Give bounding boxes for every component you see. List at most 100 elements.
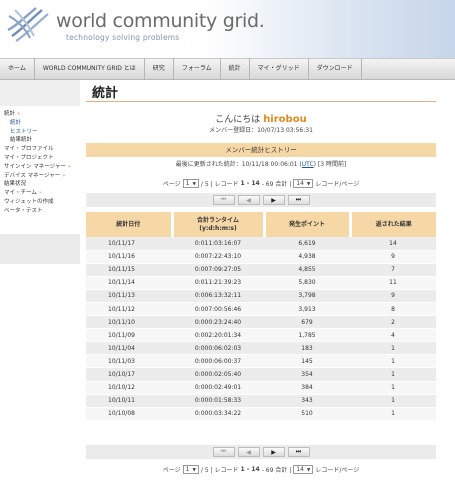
sidebar-item-stats-sub[interactable]: 統計 bbox=[0, 119, 80, 128]
sidebar-item-label: 結果状況 bbox=[4, 181, 27, 188]
record-total: - 69 合計 | bbox=[261, 467, 292, 474]
member-since: メンバー登録日：10/07/13 03:56:31 bbox=[209, 127, 313, 134]
sidebar-item-result-status[interactable]: 結果状況 bbox=[0, 180, 80, 189]
nav-my-grid[interactable]: マイ・グリッド bbox=[250, 58, 309, 80]
page-select[interactable]: 1 ▼ bbox=[182, 179, 199, 188]
cell-runtime: 0:000:03:34:22 bbox=[172, 407, 264, 421]
sidebar-item-create-widget[interactable]: ウィジェットの作成 bbox=[0, 198, 80, 207]
first-page-button[interactable]: ⏮ bbox=[212, 195, 235, 205]
prev-page-icon: ◀ bbox=[246, 448, 251, 456]
cell-results: 11 bbox=[350, 276, 436, 290]
nav-stats[interactable]: 統計 bbox=[221, 58, 250, 80]
sidebar-item-beta-test[interactable]: ベータ・テスト bbox=[0, 207, 80, 216]
cell-date: 10/10/11 bbox=[86, 394, 172, 408]
table-row: 10/11/16 0:007:22:43:10 4,938 9 bbox=[86, 250, 436, 264]
cell-date: 10/11/10 bbox=[86, 315, 172, 330]
cell-date: 10/11/16 bbox=[86, 250, 172, 264]
column-header-date[interactable]: 統計日付 bbox=[86, 212, 174, 237]
utc-link[interactable]: UTC bbox=[302, 161, 314, 168]
column-header-points[interactable]: 発生ポイント bbox=[264, 212, 352, 237]
cell-results: 7 bbox=[350, 263, 436, 277]
greeting-prefix: こんにちは bbox=[215, 115, 261, 125]
chevron-down-icon: ▼ bbox=[306, 468, 311, 473]
cell-points: 183 bbox=[264, 341, 350, 356]
cell-results: 9 bbox=[350, 289, 436, 303]
cell-points: 354 bbox=[264, 367, 350, 382]
prev-page-button[interactable]: ◀ bbox=[237, 195, 260, 205]
cell-runtime: 0:007:09:27:05 bbox=[172, 263, 264, 277]
nav-download[interactable]: ダウンロード bbox=[309, 58, 362, 80]
cell-results: 1 bbox=[350, 407, 436, 421]
cell-points: 6,619 bbox=[264, 237, 350, 251]
sidebar-item-my-projects[interactable]: マイ・プロジェクト bbox=[0, 154, 80, 163]
cell-points: 4,855 bbox=[264, 263, 350, 277]
cell-runtime: 0:000:02:49:01 bbox=[172, 381, 264, 395]
per-page-select[interactable]: 14 ▼ bbox=[293, 179, 314, 188]
prev-page-icon: ◀ bbox=[246, 196, 251, 204]
cell-results: 2 bbox=[350, 315, 436, 330]
chevron-right-icon: » bbox=[38, 190, 42, 197]
cell-runtime: 0:006:13:32:11 bbox=[172, 289, 264, 303]
chevron-down-icon: ▼ bbox=[192, 182, 196, 187]
cell-runtime: 0:000:06:02:03 bbox=[172, 341, 264, 356]
cell-date: 10/11/12 bbox=[86, 302, 172, 317]
column-header-runtime[interactable]: 合計ランタイム (y:d:h:m:s) bbox=[172, 212, 266, 237]
last-page-button[interactable]: ⏭ bbox=[287, 195, 310, 205]
sidebar-item-history[interactable]: ヒストリー bbox=[0, 128, 80, 137]
sidebar-item-label: マイ・チーム bbox=[4, 190, 37, 197]
sidebar: 統計» 統計 ヒストリー 結果統計 マイ・プロファイル マイ・プロジェクト サイ… bbox=[0, 110, 80, 216]
nav-home[interactable]: ホーム bbox=[0, 58, 35, 80]
cell-points: 679 bbox=[264, 315, 350, 330]
cell-date: 10/11/04 bbox=[86, 341, 172, 356]
last-update-line: 最後に更新された統計：10/11/18 00:06:01 (UTC) [3 時間… bbox=[86, 160, 436, 169]
chevron-right-icon: » bbox=[67, 163, 71, 170]
sidebar-item-device-manager[interactable]: デバイス マネージャー» bbox=[0, 172, 80, 181]
sidebar-item-signin-manager[interactable]: サインイン マネージャー» bbox=[0, 163, 80, 172]
chevron-right-icon: » bbox=[17, 111, 21, 117]
sidebar-item-my-profile[interactable]: マイ・プロファイル bbox=[0, 145, 80, 154]
table-row: 10/11/09 0:002:20:01:34 1,785 4 bbox=[86, 328, 436, 343]
site-header: world community grid. technology solving… bbox=[0, 0, 455, 58]
next-page-button[interactable]: ▶ bbox=[262, 195, 285, 205]
page-total: / 5 | レコード bbox=[200, 467, 239, 474]
column-header-results[interactable]: 返された結果 bbox=[350, 212, 436, 237]
table-row: 10/10/12 0:000:02:49:01 384 1 bbox=[86, 381, 436, 395]
cell-runtime: 0:000:01:58:33 bbox=[172, 394, 264, 408]
per-page-select[interactable]: 14 ▼ bbox=[293, 465, 314, 474]
sidebar-item-my-team[interactable]: マイ・チーム» bbox=[0, 189, 80, 198]
cell-points: 343 bbox=[264, 394, 350, 408]
cell-results: 9 bbox=[350, 250, 436, 264]
next-page-icon: ▶ bbox=[271, 448, 276, 456]
cell-points: 384 bbox=[264, 381, 350, 395]
last-page-icon: ⏭ bbox=[295, 196, 302, 203]
nav-forums[interactable]: フォーラム bbox=[174, 58, 221, 80]
cell-date: 10/10/17 bbox=[86, 367, 172, 382]
cell-points: 5,830 bbox=[264, 276, 350, 290]
table-row: 10/11/13 0:006:13:32:11 3,798 9 bbox=[86, 289, 436, 303]
chevron-down-icon: ▼ bbox=[306, 182, 311, 187]
brand-title[interactable]: world community grid. bbox=[56, 10, 265, 32]
sidebar-item-stats[interactable]: 統計» bbox=[0, 110, 80, 119]
table-header-row: 統計日付 合計ランタイム (y:d:h:m:s) 発生ポイント 返された結果 bbox=[86, 212, 436, 237]
cell-points: 3,913 bbox=[264, 302, 350, 317]
last-page-button[interactable]: ⏭ bbox=[287, 447, 310, 457]
cell-points: 4,938 bbox=[264, 250, 350, 264]
page-title: 統計 bbox=[92, 86, 119, 101]
table-row: 10/11/17 0:011:03:16:07 6,619 14 bbox=[86, 237, 436, 251]
world-community-grid-logo-icon[interactable] bbox=[6, 6, 50, 42]
prev-page-button[interactable]: ◀ bbox=[237, 447, 260, 457]
nav-research[interactable]: 研究 bbox=[145, 58, 174, 80]
table-row: 10/11/15 0:007:09:27:05 4,855 7 bbox=[86, 263, 436, 277]
sidebar-item-result-stats[interactable]: 結果統計 bbox=[0, 136, 80, 145]
first-page-button[interactable]: ⏮ bbox=[212, 447, 235, 457]
cell-results: 1 bbox=[350, 354, 436, 369]
pager-bottom: ページ 1 ▼ / 5 | レコード 1 - 14 - 69 合計 | 14 ▼ レ… bbox=[86, 465, 436, 474]
cell-results: 1 bbox=[350, 394, 436, 408]
next-page-button[interactable]: ▶ bbox=[262, 447, 285, 457]
cell-runtime: 0:000:23:24:40 bbox=[172, 315, 264, 330]
cell-runtime: 0:000:06:00:37 bbox=[172, 354, 264, 369]
page-select[interactable]: 1 ▼ bbox=[182, 465, 199, 474]
nav-about[interactable]: WORLD COMMUNITY GRID とは bbox=[35, 58, 145, 80]
table-body: 10/11/17 0:011:03:16:07 6,619 14 10/11/16 0:0… bbox=[86, 237, 436, 421]
cell-points: 1,785 bbox=[264, 328, 350, 343]
